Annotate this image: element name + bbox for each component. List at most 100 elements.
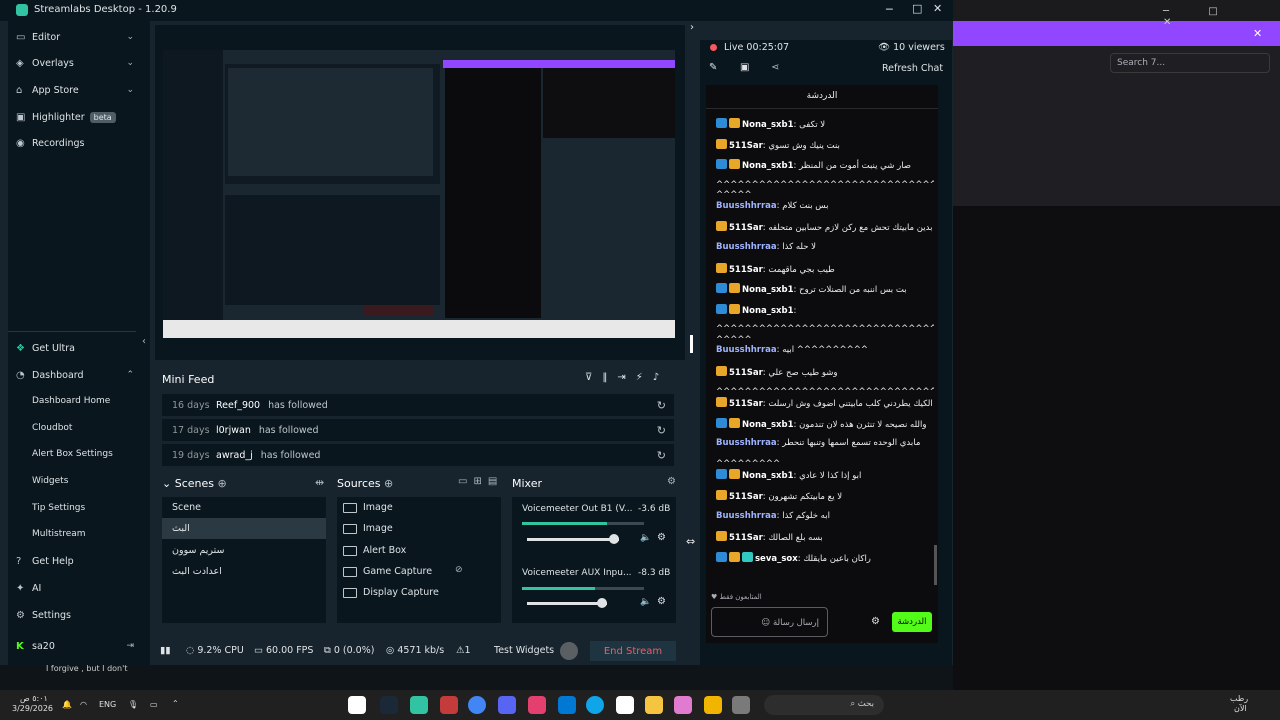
taskbar-search[interactable]: ⌕ بحث bbox=[764, 695, 884, 715]
sidebar-item-editor[interactable]: ▭ Editor ⌄ bbox=[8, 25, 148, 49]
replay-icon[interactable]: ↻ bbox=[657, 424, 666, 437]
replay-icon[interactable]: ↻ bbox=[657, 399, 666, 412]
mini-feed-controls[interactable]: ⊽‖⇥⚡♪ bbox=[585, 372, 669, 383]
speaker-icon[interactable]: 🔈 bbox=[640, 533, 651, 543]
store-icon[interactable] bbox=[616, 696, 634, 714]
chat-username[interactable]: 511Sar bbox=[729, 223, 763, 233]
chat-input[interactable]: ☺ إرسال رسالة bbox=[711, 607, 828, 637]
sidebar-item-dashboard[interactable]: ◔ Dashboard ⌃ bbox=[8, 363, 148, 387]
volume-slider[interactable] bbox=[527, 538, 619, 541]
edit-icon[interactable]: ✎ bbox=[709, 62, 717, 73]
preview-resize-handle[interactable] bbox=[690, 335, 693, 353]
panel-resize-icon[interactable]: ⇔ bbox=[686, 535, 695, 548]
battery-icon[interactable]: ▭ bbox=[150, 700, 158, 709]
sidebar-item-get-ultra[interactable]: ❖ Get Ultra bbox=[8, 336, 148, 360]
share-icon[interactable]: ⋖ bbox=[771, 62, 779, 73]
visibility-off-icon[interactable]: ⊘ bbox=[455, 565, 463, 575]
file-explorer-icon[interactable] bbox=[645, 696, 663, 714]
volume-slider[interactable] bbox=[527, 602, 607, 605]
taskbar-app-icon[interactable] bbox=[704, 696, 722, 714]
chat-username[interactable]: Buusshhrraa bbox=[716, 438, 777, 448]
add-source-icon[interactable]: ⊕ bbox=[384, 477, 393, 490]
mixer-settings-gear-icon[interactable]: ⚙ bbox=[667, 476, 676, 487]
sidebar-item-settings[interactable]: ⚙ Settings bbox=[8, 603, 148, 627]
outlook-icon[interactable] bbox=[558, 696, 576, 714]
close-icon[interactable]: ✕ bbox=[1253, 27, 1262, 40]
stats-icon[interactable]: ▮▮ bbox=[160, 645, 170, 656]
sidebar-item-app-store[interactable]: ⌂ App Store ⌄ bbox=[8, 78, 148, 102]
chat-send-button[interactable]: الدردشة bbox=[892, 612, 932, 632]
replay-icon[interactable]: ↻ bbox=[657, 449, 666, 462]
scene-transitions-icon[interactable]: ⇹ bbox=[315, 476, 324, 489]
source-item[interactable]: Image bbox=[343, 523, 393, 534]
chat-settings-gear-icon[interactable]: ⚙ bbox=[871, 616, 880, 627]
window-controls[interactable]: ─ □ ✕ bbox=[1163, 6, 1280, 28]
scene-item[interactable]: اعدادت البث bbox=[162, 561, 326, 582]
source-item[interactable]: Display Capture bbox=[343, 587, 439, 598]
chat-scrollbar[interactable] bbox=[934, 545, 937, 585]
steam-icon[interactable] bbox=[380, 696, 398, 714]
streamlabs-taskbar-icon[interactable] bbox=[410, 696, 428, 714]
source-item[interactable]: Game Capture bbox=[343, 566, 432, 577]
refresh-chat-button[interactable]: Refresh Chat bbox=[882, 63, 943, 74]
collapse-chat-icon[interactable]: › bbox=[690, 22, 694, 33]
volume-slider-handle[interactable] bbox=[609, 534, 619, 544]
chat-username[interactable]: Nona_sxb1 bbox=[742, 471, 794, 481]
chat-username[interactable]: Nona_sxb1 bbox=[742, 306, 794, 316]
chat-username[interactable]: Buusshhrraa bbox=[716, 345, 777, 355]
chat-username[interactable]: 511Sar bbox=[729, 492, 763, 502]
chat-username[interactable]: 511Sar bbox=[729, 368, 763, 378]
background-search-input[interactable]: Search 7... bbox=[1110, 53, 1270, 73]
sidebar-subitem-cloudbot[interactable]: Cloudbot bbox=[32, 423, 72, 433]
notification-icon[interactable]: 🔔 bbox=[62, 700, 72, 709]
chat-username[interactable]: Buusshhrraa bbox=[716, 201, 777, 211]
speaker-icon[interactable]: 🔈 bbox=[640, 597, 651, 607]
chat-username[interactable]: Nona_sxb1 bbox=[742, 285, 794, 295]
chat-username[interactable]: Buusshhrraa bbox=[716, 511, 777, 521]
sidebar-item-get-help[interactable]: ? Get Help bbox=[8, 549, 148, 573]
chat-username[interactable]: 511Sar bbox=[729, 399, 763, 409]
source-tools-icon[interactable]: ▭⊞▤ bbox=[458, 476, 503, 487]
source-item[interactable]: Alert Box bbox=[343, 545, 406, 556]
gear-icon[interactable]: ⚙ bbox=[657, 596, 666, 607]
language-indicator[interactable]: ENG bbox=[99, 700, 116, 709]
sidebar-item-ai[interactable]: ✦ AI bbox=[8, 576, 148, 600]
test-widgets-button[interactable]: Test Widgets bbox=[494, 645, 554, 656]
taskbar-app-icon[interactable] bbox=[732, 696, 750, 714]
chat-username[interactable]: seva_sox bbox=[755, 554, 798, 564]
sidebar-subitem-multistream[interactable]: Multistream bbox=[32, 529, 86, 539]
microphone-icon[interactable]: 🎙 bbox=[128, 700, 138, 709]
record-button[interactable] bbox=[560, 642, 578, 660]
source-item[interactable]: Image bbox=[343, 502, 393, 513]
maximize-icon[interactable]: □ bbox=[912, 2, 922, 15]
sidebar-user[interactable]: Ksa20 ⇥ bbox=[8, 634, 148, 658]
camera-icon[interactable]: ▣ bbox=[740, 62, 749, 73]
chrome-icon[interactable] bbox=[468, 696, 486, 714]
close-window-icon[interactable]: ✕ bbox=[933, 2, 942, 15]
sidebar-subitem-alert-box-settings[interactable]: Alert Box Settings bbox=[32, 449, 113, 459]
chat-username[interactable]: 511Sar bbox=[729, 265, 763, 275]
end-stream-button[interactable]: End Stream bbox=[590, 641, 676, 661]
chat-username[interactable]: 511Sar bbox=[729, 141, 763, 151]
chat-username[interactable]: 511Sar bbox=[729, 533, 763, 543]
sidebar-item-highlighter[interactable]: ▣ Highlighter beta bbox=[8, 105, 148, 129]
chat-username[interactable]: Buusshhrraa bbox=[716, 242, 777, 252]
discord-icon[interactable] bbox=[498, 696, 516, 714]
gear-icon[interactable]: ⚙ bbox=[657, 532, 666, 543]
sidebar-subitem-dashboard-home[interactable]: Dashboard Home bbox=[32, 396, 110, 406]
taskbar-app-icon[interactable] bbox=[674, 696, 692, 714]
minimize-icon[interactable]: ─ bbox=[886, 3, 893, 16]
scene-item[interactable]: ستريم سوون bbox=[162, 540, 326, 561]
sidebar-subitem-tip-settings[interactable]: Tip Settings bbox=[32, 503, 85, 513]
sidebar-subitem-widgets[interactable]: Widgets bbox=[32, 476, 68, 486]
taskbar-app-icon[interactable] bbox=[440, 696, 458, 714]
sidebar-item-overlays[interactable]: ◈ Overlays ⌄ bbox=[8, 51, 148, 75]
chat-username[interactable]: Nona_sxb1 bbox=[742, 120, 794, 130]
scene-item[interactable]: Scene bbox=[162, 497, 326, 518]
chat-username[interactable]: Nona_sxb1 bbox=[742, 420, 794, 430]
alert-icon[interactable]: ⚠1 bbox=[456, 645, 471, 656]
scene-item-selected[interactable]: البث bbox=[162, 518, 326, 539]
wifi-icon[interactable]: ◠ bbox=[80, 700, 87, 709]
chat-username[interactable]: Nona_sxb1 bbox=[742, 161, 794, 171]
taskbar-app-icon[interactable] bbox=[528, 696, 546, 714]
